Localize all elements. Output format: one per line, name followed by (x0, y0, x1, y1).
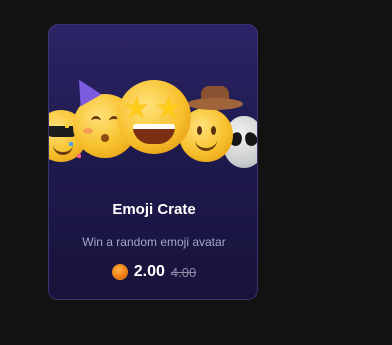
price-row: 2.00 4.00 (49, 263, 257, 281)
crate-title: Emoji Crate (112, 201, 196, 218)
current-price: 2.00 (133, 263, 165, 280)
star-struck-face-icon: ★ ★ (117, 80, 191, 154)
crate-description: Win a random emoji avatar (82, 235, 226, 249)
emoji-crate-card[interactable]: ★ ★ Emoji Crate Win a random emoji avata… (48, 24, 258, 300)
emoji-preview: ★ ★ (49, 73, 257, 190)
original-price: 4.00 (170, 264, 197, 280)
coin-icon (111, 264, 128, 280)
